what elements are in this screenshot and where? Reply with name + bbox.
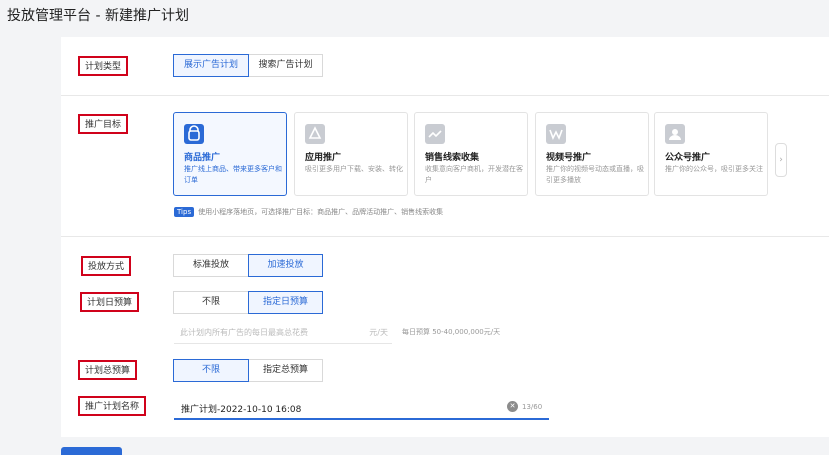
goal-next-button[interactable]: › — [775, 143, 787, 177]
goal-card-desc: 推广你的公众号，吸引更多关注 — [665, 165, 763, 173]
video-channel-icon — [546, 124, 566, 144]
leads-icon — [425, 124, 445, 144]
daily-budget-segmented: 不限 指定日预算 — [173, 291, 323, 314]
daily-budget-unlimited-button[interactable]: 不限 — [173, 291, 249, 314]
goal-card-leads[interactable]: 销售线索收集 收集意向客户商机，开发潜在客户 — [414, 112, 528, 196]
daily-budget-input[interactable]: 此计划内所有广告的每日最高总花费 元/天 — [174, 320, 392, 344]
section-divider — [61, 95, 829, 96]
goal-card-desc: 收集意向客户商机，开发潜在客户 — [425, 165, 523, 184]
daily-budget-hint: 每日预算 50-40,000,000元/天 — [402, 328, 501, 336]
tips-text: 使用小程序落地页，可选择推广目标：商品推广、品牌活动推广、销售线索收集 — [198, 208, 444, 216]
app-icon — [305, 124, 325, 144]
page-title: 投放管理平台 - 新建推广计划 — [7, 8, 189, 24]
goal-card-official-account[interactable]: 公众号推广 推广你的公众号，吸引更多关注 — [654, 112, 768, 196]
clear-icon[interactable]: ✕ — [507, 401, 518, 412]
goal-card-title: 公众号推广 — [665, 153, 711, 163]
goal-card-video-channel[interactable]: 视频号推广 推广你的视频号动态或直播，吸引更多播放 — [535, 112, 649, 196]
goal-card-desc: 吸引更多用户下载、安装、转化 — [305, 165, 403, 173]
shopping-bag-icon — [184, 124, 204, 144]
goal-card-title: 视频号推广 — [546, 153, 592, 163]
daily-budget-unit: 元/天 — [369, 328, 388, 337]
chevron-right-icon: › — [779, 155, 783, 165]
goal-label: 推广目标 — [78, 114, 129, 134]
plan-type-display-ads-button[interactable]: 展示广告计划 — [173, 54, 249, 77]
delivery-segmented: 标准投放 加速投放 — [173, 254, 323, 277]
goal-card-title: 应用推广 — [305, 153, 342, 163]
primary-action-button[interactable] — [61, 447, 122, 455]
delivery-label: 投放方式 — [81, 256, 132, 276]
plan-type-search-ads-button[interactable]: 搜索广告计划 — [248, 54, 323, 77]
goal-card-title: 商品推广 — [184, 153, 221, 163]
official-account-icon — [665, 124, 685, 144]
plan-name-char-count: 13/60 — [522, 403, 543, 411]
goal-card-product[interactable]: 商品推广 推广线上商品、带来更多客户和订单 — [173, 112, 287, 196]
delivery-accelerated-button[interactable]: 加速投放 — [248, 254, 323, 277]
plan-name-value: 推广计划-2022-10-10 16:08 — [181, 405, 302, 415]
daily-budget-label: 计划日预算 — [80, 292, 140, 312]
total-budget-specified-button[interactable]: 指定总预算 — [248, 359, 323, 382]
goal-tips: Tips 使用小程序落地页，可选择推广目标：商品推广、品牌活动推广、销售线索收集 — [174, 207, 443, 217]
plan-type-label: 计划类型 — [78, 56, 129, 76]
plan-type-segmented: 展示广告计划 搜索广告计划 — [173, 54, 323, 77]
plan-name-input[interactable]: 推广计划-2022-10-10 16:08 — [174, 397, 549, 420]
plan-name-label: 推广计划名称 — [78, 396, 147, 416]
section-divider — [61, 236, 829, 237]
delivery-standard-button[interactable]: 标准投放 — [173, 254, 249, 277]
total-budget-unlimited-button[interactable]: 不限 — [173, 359, 249, 382]
daily-budget-specified-button[interactable]: 指定日预算 — [248, 291, 323, 314]
tips-badge: Tips — [174, 207, 195, 217]
goal-card-desc: 推广你的视频号动态或直播，吸引更多播放 — [546, 165, 644, 184]
total-budget-segmented: 不限 指定总预算 — [173, 359, 323, 382]
goal-card-app[interactable]: 应用推广 吸引更多用户下载、安装、转化 — [294, 112, 408, 196]
total-budget-label: 计划总预算 — [78, 360, 138, 380]
goal-card-title: 销售线索收集 — [425, 153, 480, 163]
goal-card-desc: 推广线上商品、带来更多客户和订单 — [184, 165, 282, 184]
daily-budget-placeholder: 此计划内所有广告的每日最高总花费 — [180, 328, 308, 337]
